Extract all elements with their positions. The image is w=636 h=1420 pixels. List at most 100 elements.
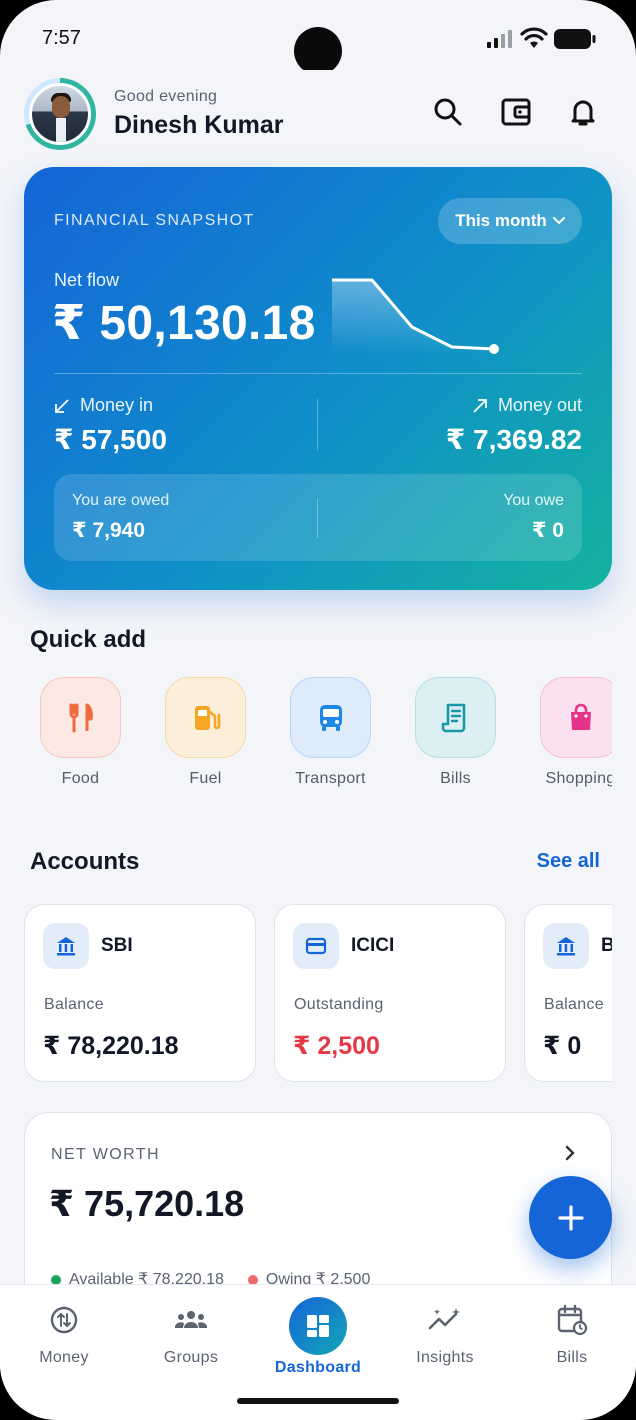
period-selector[interactable]: This month [438,198,582,244]
dashboard-active-indicator [289,1297,347,1355]
owed-label: You are owed [72,492,170,509]
credit-card-icon [305,937,327,955]
see-all-link[interactable]: See all [537,850,600,873]
bank-icon [57,937,75,956]
tab-groups[interactable]: Groups [136,1285,246,1367]
phone-screen: 7:57 Good evening Dinesh Kumar FINANCIAL… [0,0,636,1420]
search-icon[interactable] [432,96,464,128]
account-name: B [601,935,612,956]
fuel-icon [194,705,220,730]
account-name: SBI [101,935,133,956]
card-icon-tile [293,923,339,969]
account-amount: ₹ 0 [543,1032,582,1060]
net-worth-label: NET WORTH [51,1146,160,1163]
quick-add-food[interactable]: Food [40,677,121,788]
status-time: 7:57 [42,27,81,49]
net-worth-card[interactable]: NET WORTH ₹ 75,720.18 Available ₹ 78,220… [24,1112,612,1312]
shopping-tile [540,677,612,758]
accounts-row[interactable]: SBI Balance ₹ 78,220.18 ICICI Outstandin… [24,904,612,1084]
tab-insights[interactable]: Insights [390,1285,500,1367]
bank-icon-tile [543,923,589,969]
utensils-icon [69,703,93,732]
quick-add-label: Shopping [545,770,612,787]
quick-add-fuel[interactable]: Fuel [165,677,246,788]
insights-icon [428,1308,460,1330]
groups-icon [174,1311,208,1328]
bus-icon [319,704,342,731]
account-balance-label: Outstanding [294,996,384,1013]
tab-label: Bills [556,1349,588,1366]
money-divider [317,399,318,451]
account-balance-label: Balance [44,996,104,1013]
battery-icon [554,29,596,49]
account-name: ICICI [351,935,395,956]
receipt-icon [441,703,465,732]
quick-add-transport[interactable]: Transport [290,677,371,788]
camera-cutout [294,27,342,75]
food-tile [40,677,121,758]
home-indicator[interactable] [237,1398,399,1404]
chevron-down-icon [552,217,565,225]
money-in-value: ₹ 57,500 [54,424,167,455]
calendar-refresh-icon [557,1304,588,1336]
plus-icon [557,1204,584,1231]
shopping-bag-icon [570,703,591,730]
account-amount: ₹ 2,500 [293,1032,380,1060]
tab-label: Groups [163,1349,219,1366]
tab-label: Money [39,1349,89,1366]
quick-add-label: Food [61,770,100,787]
bills-tile [415,677,496,758]
avatar[interactable] [29,83,91,145]
money-in: Money in [54,395,153,416]
greeting-text: Good evening [114,88,218,105]
net-flow-value: ₹ 50,130.18 [52,297,316,350]
owe-label: You owe [503,492,564,509]
bell-icon[interactable] [567,96,599,128]
tab-money[interactable]: Money [9,1285,119,1367]
tab-bills[interactable]: Bills [517,1285,627,1367]
tab-label: Insights [416,1349,474,1366]
quick-add-label: Bills [440,770,471,787]
money-out-value: ₹ 7,369.82 [445,424,582,455]
period-label: This month [455,211,547,230]
snapshot-divider [54,373,582,374]
dashboard-icon [307,1315,329,1337]
app-header: Good evening Dinesh Kumar [0,70,636,150]
user-name: Dinesh Kumar [114,111,284,139]
snapshot-label: FINANCIAL SNAPSHOT [54,212,255,229]
wallet-icon[interactable] [500,96,532,128]
arrow-down-left-icon [55,398,69,413]
transport-tile [290,677,371,758]
quick-add-label: Fuel [189,770,222,787]
money-transfer-icon [50,1306,78,1334]
account-balance-label: Balance [544,996,604,1013]
financial-snapshot-card[interactable]: FINANCIAL SNAPSHOT This month Net flow ₹… [24,167,612,590]
account-card-icici[interactable]: ICICI Outstanding ₹ 2,500 [274,904,506,1082]
account-card-partial[interactable]: B Balance ₹ 0 [524,904,612,1082]
quick-add-shopping[interactable]: Shopping [540,677,612,788]
net-flow-sparkline [332,278,499,355]
signal-icon [487,30,512,48]
quick-add-title: Quick add [30,626,147,653]
quick-add-label: Transport [295,770,366,787]
wifi-icon [520,27,548,48]
chevron-right-icon[interactable] [563,1144,577,1162]
quick-add-bills[interactable]: Bills [415,677,496,788]
add-transaction-button[interactable] [529,1176,612,1259]
status-bar: 7:57 [0,0,636,80]
owe-divider [317,498,318,538]
bank-icon-tile [43,923,89,969]
owe-summary[interactable]: You are owed ₹ 7,940 You owe ₹ 0 [54,474,582,561]
fuel-tile [165,677,246,758]
accounts-title: Accounts [30,848,140,875]
quick-add-row[interactable]: Food Fuel Transport Bills Shopping [40,677,612,797]
net-worth-value: ₹ 75,720.18 [49,1183,245,1224]
arrow-up-right-icon [473,398,487,413]
account-amount: ₹ 78,220.18 [43,1032,179,1060]
money-out-label: Money out [497,395,582,415]
account-card-sbi[interactable]: SBI Balance ₹ 78,220.18 [24,904,256,1082]
owed-value: ₹ 7,940 [72,519,145,542]
money-out: Money out [472,395,582,416]
net-flow-label: Net flow [54,270,120,290]
tab-dashboard[interactable]: Dashboard [263,1285,373,1377]
